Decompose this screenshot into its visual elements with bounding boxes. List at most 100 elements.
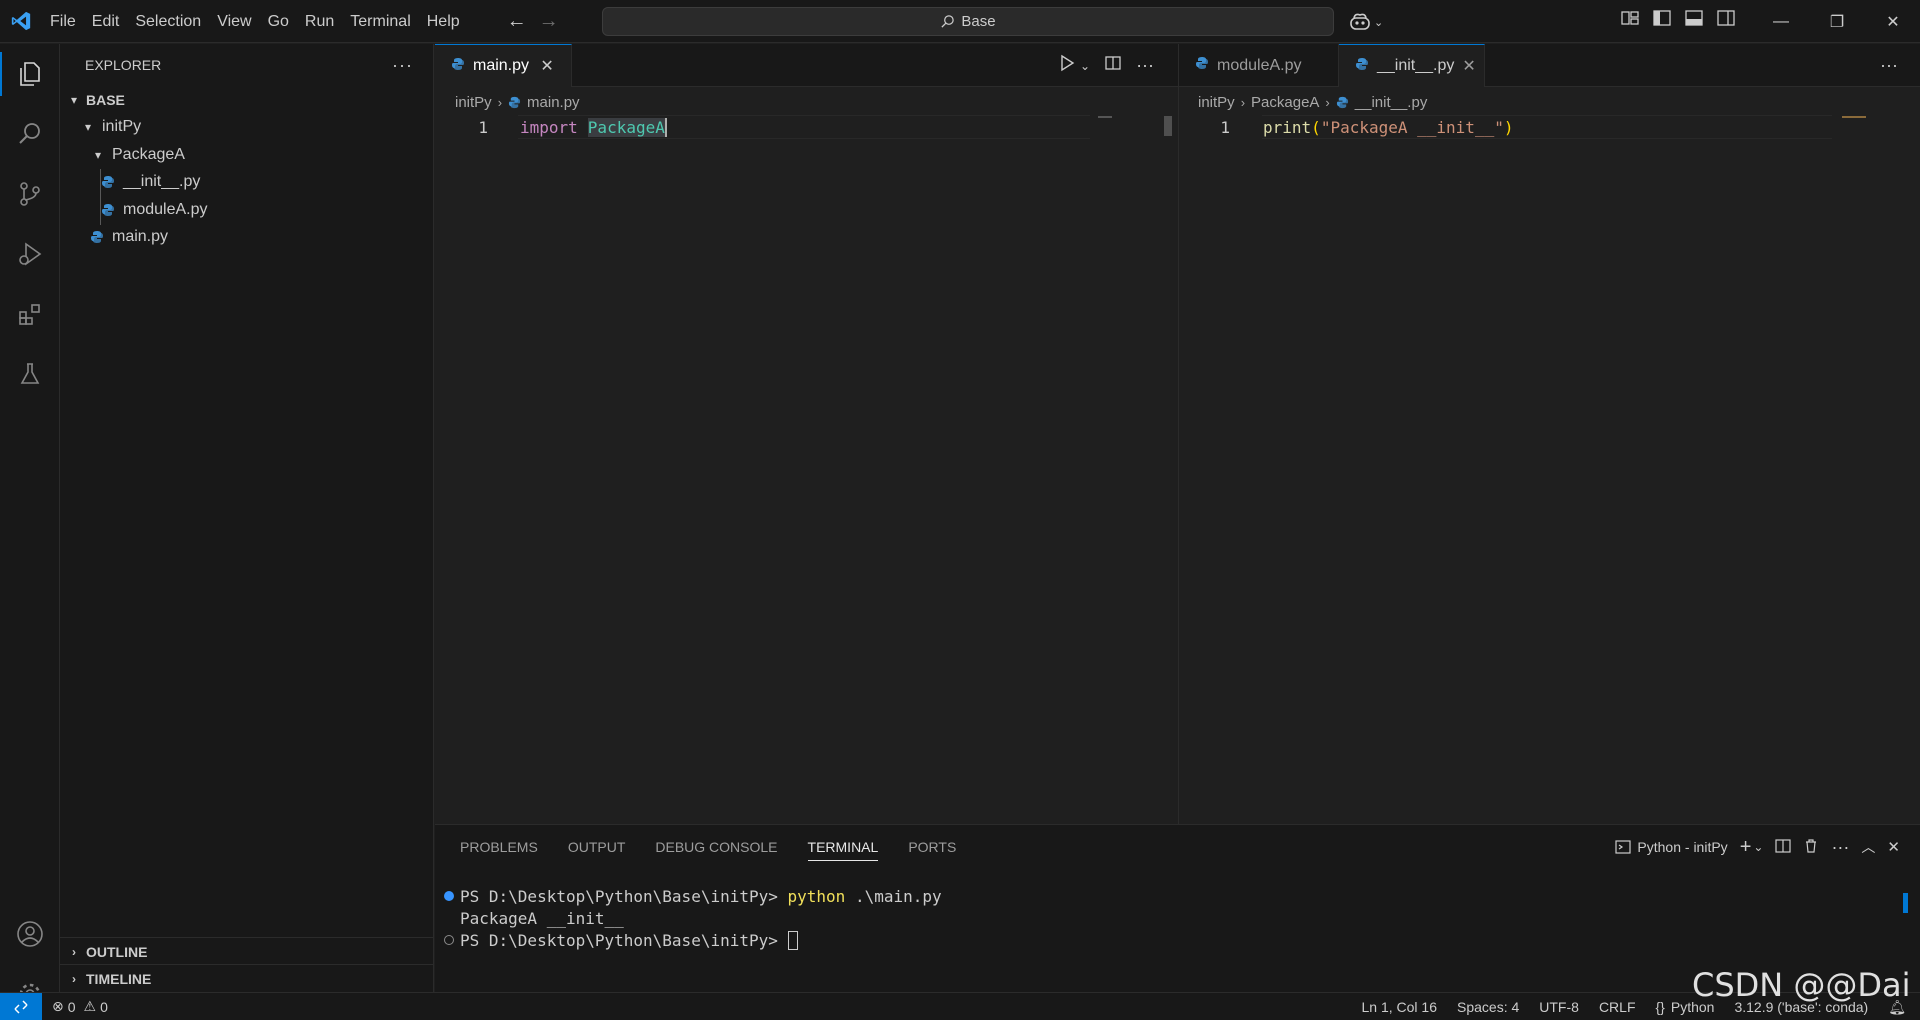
menu-edit[interactable]: Edit — [84, 0, 128, 43]
maximize-panel-chevron-up-icon[interactable]: ︿ — [1861, 837, 1875, 857]
command-center-search[interactable]: Base — [602, 7, 1334, 36]
tab-output[interactable]: OUTPUT — [553, 825, 641, 869]
problems-indicator[interactable]: ⊗ 0 ⚠ 0 — [52, 998, 108, 1015]
minimap-left[interactable] — [1098, 116, 1112, 118]
extensions-icon[interactable] — [0, 284, 60, 344]
trash-icon[interactable] — [1803, 838, 1819, 857]
tree-root-base[interactable]: ▾ BASE — [60, 86, 433, 114]
remote-indicator-icon[interactable] — [0, 992, 42, 1020]
python-file-icon — [1195, 56, 1209, 75]
close-tab-icon[interactable]: ✕ — [1462, 56, 1475, 76]
tree-folder-packagea[interactable]: ▾ PackageA — [60, 141, 433, 169]
minimize-icon[interactable]: — — [1753, 0, 1809, 43]
forward-arrow-icon[interactable]: → — [538, 10, 560, 33]
breadcrumb-file[interactable]: main.py — [527, 94, 580, 111]
scrollbar-left[interactable] — [1164, 116, 1172, 136]
terminal-selector[interactable]: Python - initPy — [1615, 839, 1728, 855]
toggle-primary-sidebar-icon[interactable] — [1652, 8, 1672, 28]
cursor-position[interactable]: Ln 1, Col 16 — [1362, 999, 1438, 1015]
terminal-icon — [1615, 840, 1632, 854]
close-panel-icon[interactable]: ✕ — [1887, 838, 1900, 856]
menu-terminal[interactable]: Terminal — [342, 0, 418, 43]
minimap-right[interactable] — [1842, 116, 1866, 118]
copilot-button[interactable]: ⌄ — [1349, 8, 1389, 36]
restore-icon[interactable]: ❐ — [1809, 0, 1865, 43]
explorer-icon[interactable] — [0, 44, 60, 104]
terminal-line-3[interactable]: PS D:\Desktop\Python\Base\initPy> — [444, 929, 798, 951]
breadcrumb-folder[interactable]: initPy — [1198, 94, 1235, 111]
tree-file-main[interactable]: main.py — [60, 224, 433, 252]
menu-go[interactable]: Go — [260, 0, 297, 43]
toggle-panel-icon[interactable] — [1684, 8, 1704, 28]
menu-help[interactable]: Help — [419, 0, 468, 43]
tab-modulea-py[interactable]: moduleA.py — [1179, 44, 1339, 87]
source-control-icon[interactable] — [0, 164, 60, 224]
tree-file-init[interactable]: __init__.py — [60, 169, 433, 197]
terminal-scrollbar[interactable] — [1903, 893, 1908, 913]
chevron-down-icon[interactable]: ⌄ — [1753, 840, 1763, 854]
tab-bar-right: moduleA.py __init__.py ✕ — [1179, 44, 1920, 87]
accounts-icon[interactable] — [0, 904, 60, 964]
command-pending-dot-icon[interactable] — [444, 935, 454, 945]
outline-section[interactable]: › OUTLINE — [60, 937, 434, 965]
python-file-icon — [99, 175, 117, 189]
new-terminal-plus-icon[interactable]: + — [1740, 836, 1752, 859]
indentation[interactable]: Spaces: 4 — [1457, 999, 1519, 1015]
terminal-line-1[interactable]: PS D:\Desktop\Python\Base\initPy> python… — [444, 885, 942, 907]
more-actions-icon[interactable]: ··· — [1880, 55, 1898, 76]
line-number: 1 — [478, 117, 488, 137]
more-actions-icon[interactable]: ··· — [1831, 837, 1849, 858]
tab-problems[interactable]: PROBLEMS — [445, 825, 553, 869]
breadcrumb: initPy › main.py — [455, 88, 580, 116]
back-arrow-icon[interactable]: ← — [506, 10, 528, 33]
chevron-down-icon: ⌄ — [1374, 16, 1384, 29]
editor-actions-left: ⌄ ··· — [1058, 44, 1154, 87]
tab-label: __init__.py — [1377, 57, 1455, 74]
chevron-down-icon[interactable]: ⌄ — [1080, 59, 1090, 73]
tab-terminal[interactable]: TERMINAL — [793, 825, 894, 869]
timeline-section[interactable]: › TIMELINE — [60, 964, 434, 992]
encoding[interactable]: UTF-8 — [1539, 999, 1579, 1015]
run-debug-icon[interactable] — [0, 224, 60, 284]
customize-layout-icon[interactable] — [1620, 8, 1640, 28]
tab-ports[interactable]: PORTS — [893, 825, 971, 869]
run-python-file-icon[interactable] — [1058, 54, 1076, 77]
menu-run[interactable]: Run — [297, 0, 342, 43]
close-tab-icon[interactable]: ✕ — [537, 56, 557, 76]
tree-folder-initpy[interactable]: ▾ initPy — [60, 114, 433, 142]
close-window-icon[interactable]: ✕ — [1865, 0, 1920, 43]
tree-folder-label: initPy — [102, 118, 142, 136]
breadcrumb-folder[interactable]: initPy — [455, 94, 492, 111]
breadcrumb-package[interactable]: PackageA — [1251, 94, 1319, 111]
warning-icon: ⚠ — [83, 998, 97, 1014]
menu-bar: File Edit Selection View Go Run Terminal… — [42, 0, 468, 43]
search-icon — [941, 15, 955, 28]
terminal-prompt: PS D:\Desktop\Python\Base\initPy> — [460, 930, 788, 950]
tab-debug-console[interactable]: DEBUG CONSOLE — [640, 825, 792, 869]
code-line-1[interactable]: 1 import PackageA — [458, 116, 667, 138]
tree-file-modulea[interactable]: moduleA.py — [60, 196, 433, 224]
tab-main-py[interactable]: main.py ✕ — [435, 44, 573, 87]
menu-selection[interactable]: Selection — [127, 0, 209, 43]
menu-file[interactable]: File — [42, 0, 84, 43]
split-editor-icon[interactable] — [1104, 54, 1122, 77]
code-line-1[interactable]: 1 print ( "PackageA __init__" ) — [1200, 116, 1513, 138]
editor-divider[interactable] — [1178, 44, 1179, 824]
testing-flask-icon[interactable] — [0, 344, 60, 404]
split-terminal-icon[interactable] — [1775, 838, 1792, 857]
toggle-secondary-sidebar-icon[interactable] — [1716, 8, 1736, 28]
panel-tabs: PROBLEMS OUTPUT DEBUG CONSOLE TERMINAL P… — [445, 825, 971, 869]
tree-file-label: main.py — [112, 228, 169, 246]
watermark: CSDN @@Dai — [1692, 966, 1911, 1004]
tree-folder-label: PackageA — [112, 145, 185, 163]
breadcrumb-file[interactable]: __init__.py — [1355, 94, 1428, 111]
menu-view[interactable]: View — [209, 0, 259, 43]
more-actions-icon[interactable]: ··· — [392, 55, 413, 76]
line-ending[interactable]: CRLF — [1599, 999, 1636, 1015]
tab-label: main.py — [473, 57, 530, 74]
search-icon[interactable] — [0, 104, 60, 164]
more-actions-icon[interactable]: ··· — [1136, 55, 1154, 76]
tab-init-py[interactable]: __init__.py ✕ — [1339, 44, 1485, 87]
terminal-line-2[interactable]: PackageA __init__ — [460, 907, 624, 929]
command-success-dot-icon[interactable] — [444, 891, 454, 901]
